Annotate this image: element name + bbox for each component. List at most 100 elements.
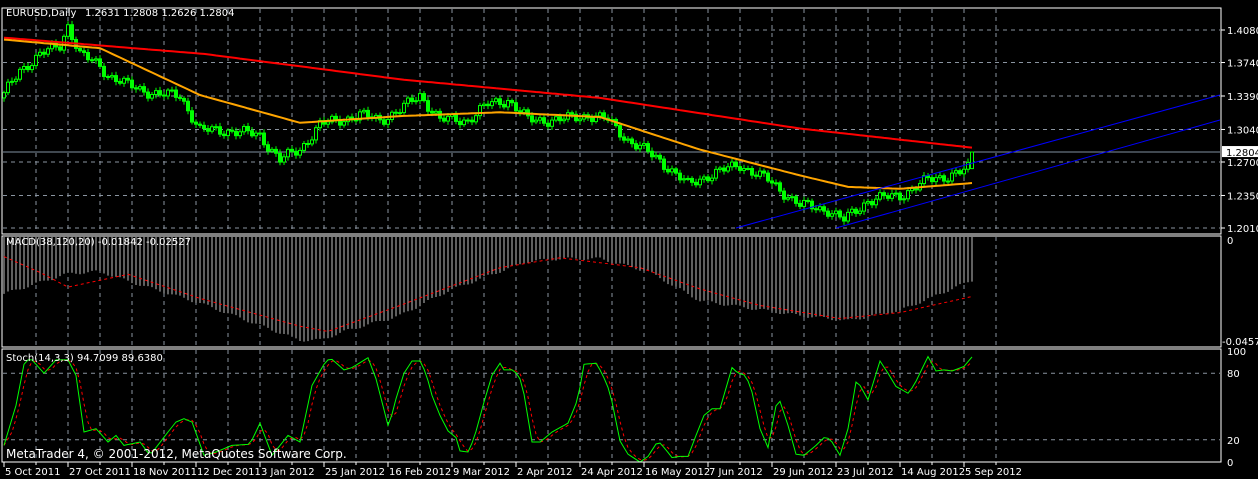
candle-body [38, 51, 42, 56]
candle-body [42, 51, 46, 55]
candle-body [786, 197, 790, 200]
candle-body [206, 128, 210, 132]
candle-body [842, 216, 846, 222]
candle-body [558, 116, 562, 122]
candle-body [562, 118, 566, 122]
candle-body [394, 111, 398, 114]
candle-body [670, 168, 674, 173]
candle-body [618, 125, 622, 138]
candle-body [502, 103, 506, 108]
candle-body [246, 125, 250, 132]
candle-body [726, 166, 730, 172]
candle-body [710, 177, 714, 182]
candle-body [950, 172, 954, 182]
candle-body [830, 213, 834, 217]
candle-body [750, 168, 754, 176]
candle-body [250, 130, 254, 137]
macd-label: MACD(38,120,20) -0.01842 -0.02527 [6, 237, 191, 248]
candle-body [782, 190, 786, 200]
candle-body [466, 119, 470, 122]
candle-body [90, 59, 94, 62]
candle-body [846, 211, 850, 222]
candle-body [578, 118, 582, 122]
candle [898, 191, 902, 202]
time-tick-label: 14 Aug 2012 [901, 467, 965, 478]
candle-body [854, 208, 858, 214]
candle-body [794, 196, 798, 204]
candle-body [418, 93, 422, 102]
candle-body [742, 168, 746, 171]
candle-body [798, 202, 802, 207]
candle-body [34, 54, 38, 67]
candle-body [198, 123, 202, 126]
candle-body [630, 138, 634, 145]
candle-body [158, 90, 162, 96]
stoch-tick-label: 80 [1227, 369, 1240, 380]
stoch-tick-label: 0 [1227, 458, 1233, 469]
time-tick-label: 5 Sep 2012 [965, 467, 1022, 478]
candle-body [258, 132, 262, 135]
candle-body [110, 75, 114, 78]
chart-window[interactable]: 1.4080 1.3740 1.3390 1.3040 1.2700 1.2350 1.20… [0, 0, 1258, 479]
stoch-tick-label: 20 [1227, 436, 1240, 447]
candle-body [902, 198, 906, 201]
candle-body [150, 93, 154, 99]
price-tick-label: 1.3740 [1227, 59, 1258, 70]
candle-body [934, 177, 938, 183]
price-tick-label: 1.3040 [1227, 125, 1258, 136]
candle-body [286, 148, 290, 158]
candle-body [314, 127, 318, 141]
candle-body [770, 180, 774, 184]
candle-body [78, 47, 82, 52]
candle-body [654, 154, 658, 158]
candle-body [758, 170, 762, 177]
candle-body [646, 143, 650, 152]
candle-body [218, 126, 222, 135]
candle-body [734, 161, 738, 168]
candle-body [694, 181, 698, 186]
candle-body [406, 97, 410, 104]
candle-body [18, 68, 22, 80]
candle-body [826, 210, 830, 217]
time-tick-label: 16 Feb 2012 [389, 467, 451, 478]
candle [970, 151, 974, 170]
candle-body [658, 154, 662, 160]
candle-body [2, 92, 6, 99]
candle-body [678, 172, 682, 181]
candle-body [130, 79, 134, 89]
macd-tick-label: -0.04574 [1222, 337, 1258, 348]
candle-body [474, 115, 478, 123]
candle-body [326, 121, 330, 125]
candle-body [414, 100, 418, 103]
candle-body [334, 115, 338, 121]
candle-body [222, 133, 226, 137]
symbol-label: EURUSD,Daily [6, 8, 77, 19]
candle-body [174, 89, 178, 98]
candle-body [958, 170, 962, 175]
candle-body [430, 110, 434, 114]
candle-body [182, 97, 186, 102]
candle-body [382, 119, 386, 125]
candle-body [202, 124, 206, 130]
candle-body [106, 75, 110, 78]
candle-body [510, 100, 514, 104]
candle-body [306, 142, 310, 145]
candle-body [10, 80, 14, 83]
candle-body [270, 148, 274, 152]
time-tick-label: 3 Jan 2012 [261, 467, 315, 478]
price-tick-label: 1.2700 [1227, 158, 1258, 169]
candle-body [942, 175, 946, 182]
candle-body [138, 86, 142, 90]
time-tick-label: 23 Jul 2012 [837, 467, 894, 478]
candle-body [66, 24, 70, 37]
candle-body [282, 156, 286, 163]
candle-body [462, 119, 466, 126]
candle-body [870, 201, 874, 206]
candle-body [298, 149, 302, 156]
time-tick-label: 2 Apr 2012 [517, 467, 572, 478]
candle-body [522, 109, 526, 113]
candle-body [590, 117, 594, 123]
candle-body [46, 48, 50, 55]
candle-body [266, 144, 270, 152]
candle-body [458, 120, 462, 126]
